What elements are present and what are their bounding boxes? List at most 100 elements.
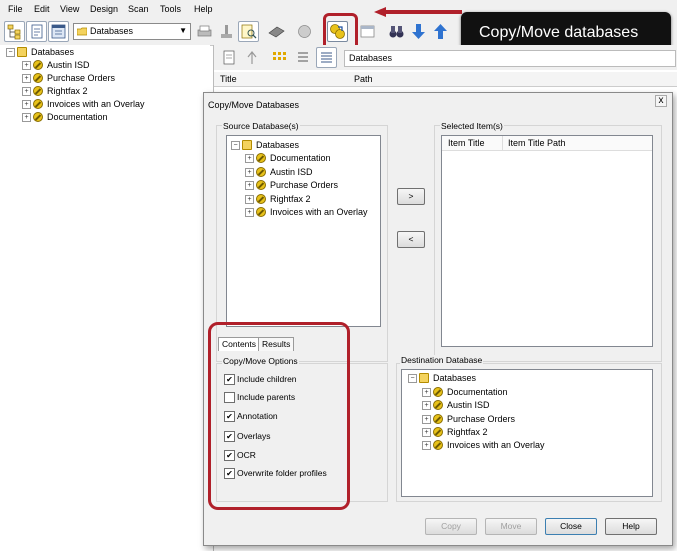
expand-icon[interactable]: + — [22, 113, 31, 122]
scanner-button[interactable] — [266, 21, 287, 42]
database-icon — [433, 414, 443, 424]
database-icon — [33, 60, 43, 70]
database-icon — [256, 167, 266, 177]
menu-file[interactable]: File — [8, 4, 23, 14]
database-icon — [256, 153, 266, 163]
folder-icon — [17, 47, 27, 57]
expand-icon[interactable]: + — [422, 441, 431, 450]
expand-icon[interactable]: + — [422, 428, 431, 437]
destination-tree: − Databases + Documentation + Austin ISD… — [401, 369, 653, 497]
tree-item-label: Austin ISD — [270, 167, 313, 177]
tree-item-label: Rightfax 2 — [270, 194, 311, 204]
callout-text: Copy/Move databases — [479, 24, 639, 41]
globe-button[interactable] — [294, 21, 315, 42]
database-icon — [33, 99, 43, 109]
search-document-button[interactable] — [238, 21, 259, 42]
document-icon — [31, 24, 43, 39]
binoculars-icon — [389, 26, 404, 38]
expand-icon[interactable]: + — [245, 181, 254, 190]
column-path[interactable]: Path — [354, 74, 373, 84]
window-button[interactable] — [357, 21, 378, 42]
selected-label: Selected Item(s) — [440, 121, 504, 131]
expand-icon[interactable]: + — [22, 74, 31, 83]
database-select[interactable]: Databases ▼ — [73, 23, 191, 40]
up-arrow-icon — [247, 51, 257, 64]
close-icon[interactable]: x — [655, 95, 667, 107]
menu-scan[interactable]: Scan — [128, 4, 149, 14]
list-icon — [298, 52, 308, 62]
move-button[interactable]: Move — [485, 518, 537, 535]
folder-icon — [419, 373, 429, 383]
expand-icon[interactable]: + — [245, 208, 254, 217]
large-icons-button[interactable] — [269, 47, 290, 68]
database-select-value: Databases — [90, 26, 134, 36]
tree-root-label: Databases — [256, 140, 300, 150]
tree-item-label: Documentation — [447, 387, 508, 397]
stamp-button[interactable] — [216, 21, 237, 42]
printer-icon — [197, 25, 212, 37]
menu-design[interactable]: Design — [90, 4, 118, 14]
binoculars-button[interactable] — [386, 21, 407, 42]
menu-view[interactable]: View — [60, 4, 79, 14]
collapse-icon[interactable]: − — [408, 374, 417, 383]
collapse-icon[interactable]: − — [6, 48, 15, 57]
add-selected-button[interactable]: > — [397, 188, 425, 205]
column-title[interactable]: Title — [220, 74, 237, 84]
list-button[interactable] — [292, 47, 313, 68]
results-table-header: Title Path — [214, 72, 677, 87]
up-level-button[interactable] — [242, 47, 263, 68]
options-highlight-ring — [208, 322, 350, 510]
stamp-icon — [221, 25, 232, 38]
remove-selected-button[interactable]: < — [397, 231, 425, 248]
expand-icon[interactable]: + — [22, 100, 31, 109]
move-up-button[interactable] — [430, 21, 451, 42]
expand-icon[interactable]: + — [22, 61, 31, 70]
path-field[interactable]: Databases — [344, 50, 676, 67]
properties-view-button[interactable] — [48, 21, 69, 42]
right-panel-toolbar: Databases — [214, 45, 677, 70]
column-item-title-path[interactable]: Item Title Path — [508, 138, 566, 148]
selected-items-list[interactable]: Item Title Item Title Path — [441, 135, 653, 347]
chevron-down-icon: ▼ — [179, 26, 187, 35]
details-view-button[interactable] — [316, 47, 337, 68]
tree-root-label: Databases — [433, 373, 477, 383]
expand-icon[interactable]: + — [245, 195, 254, 204]
callout-arrow — [374, 7, 462, 17]
printer-button[interactable] — [194, 21, 215, 42]
expand-icon[interactable]: + — [422, 415, 431, 424]
expand-icon[interactable]: + — [22, 87, 31, 96]
selected-list-header: Item Title Item Title Path — [442, 136, 652, 151]
expand-icon[interactable]: + — [422, 388, 431, 397]
window-icon — [360, 25, 375, 38]
database-icon — [33, 73, 43, 83]
source-label: Source Database(s) — [222, 121, 300, 131]
close-button[interactable]: Close — [545, 518, 597, 535]
move-down-button[interactable] — [408, 21, 429, 42]
database-icon — [256, 180, 266, 190]
tree-root-label: Databases — [31, 47, 75, 57]
destination-label: Destination Database — [400, 355, 484, 365]
document-view-button[interactable] — [26, 21, 47, 42]
new-item-icon — [223, 50, 235, 65]
expand-icon[interactable]: + — [245, 154, 254, 163]
tree-item-label: Austin ISD — [47, 60, 90, 70]
tree-view-button[interactable] — [4, 21, 25, 42]
search-document-icon — [241, 24, 257, 39]
database-icon — [433, 440, 443, 450]
help-button[interactable]: Help — [605, 518, 657, 535]
database-icon — [433, 427, 443, 437]
column-item-title[interactable]: Item Title — [448, 138, 485, 148]
menu-tools[interactable]: Tools — [160, 4, 181, 14]
expand-icon[interactable]: + — [422, 401, 431, 410]
expand-icon[interactable]: + — [245, 168, 254, 177]
folder-icon — [242, 140, 252, 150]
tree-item-label: Austin ISD — [447, 400, 490, 410]
new-item-button[interactable] — [219, 47, 240, 68]
menu-help[interactable]: Help — [194, 4, 213, 14]
collapse-icon[interactable]: − — [231, 141, 240, 150]
tree-view-icon — [7, 24, 21, 40]
database-icon — [433, 387, 443, 397]
copy-button[interactable]: Copy — [425, 518, 477, 535]
large-icons-icon — [273, 52, 286, 60]
menu-edit[interactable]: Edit — [34, 4, 50, 14]
